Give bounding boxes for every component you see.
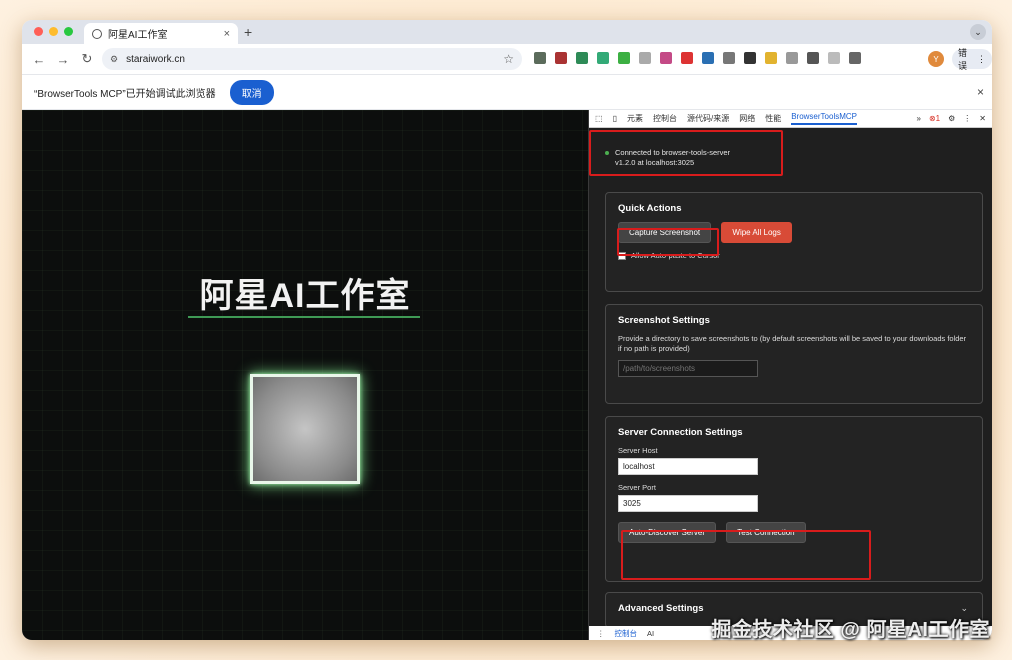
section-description: Provide a directory to save screenshots … [618, 334, 967, 353]
hero-underline [188, 316, 420, 318]
extension-icon[interactable] [597, 52, 609, 64]
window-controls [34, 27, 73, 36]
screenshot-path-input[interactable] [618, 360, 758, 377]
puzzle-icon[interactable] [828, 52, 840, 64]
tab-title: 阿星AI工作室 [108, 30, 168, 41]
tab-browsertools-mcp[interactable]: BrowserToolsMCP [791, 112, 857, 125]
debug-infobar: “BrowserTools MCP”已开始调试此浏览器 取消 × [22, 74, 992, 110]
menu-dots-icon[interactable]: ⋮ [963, 114, 971, 123]
more-tabs-icon[interactable]: » [917, 114, 921, 123]
tab-sources[interactable]: 源代码/来源 [687, 113, 729, 124]
port-label: Server Port [618, 483, 656, 492]
extension-icon[interactable] [807, 52, 819, 64]
highlight-box [621, 530, 871, 580]
page-viewport: 阿星AI工作室 [22, 110, 588, 640]
url-text: staraiwork.cn [126, 53, 185, 65]
tab-performance[interactable]: 性能 [765, 113, 781, 124]
close-icon[interactable]: × [977, 85, 984, 99]
download-icon[interactable] [849, 52, 861, 64]
extension-icon[interactable] [618, 52, 630, 64]
extension-icon[interactable] [555, 52, 567, 64]
extension-icon[interactable] [681, 52, 693, 64]
extension-icon[interactable] [765, 52, 777, 64]
reload-icon[interactable]: ↻ [78, 51, 96, 67]
devtools-panel: ⬚ ▯ 元素 控制台 源代码/来源 网络 性能 BrowserToolsMCP … [588, 110, 992, 640]
bookmark-star-icon[interactable]: ☆ [503, 52, 514, 66]
tab-active[interactable]: 阿星AI工作室 × [84, 23, 238, 44]
tab-elements[interactable]: 元素 [627, 113, 643, 124]
hero-title: 阿星AI工作室 [199, 277, 411, 315]
tab-strip: 阿星AI工作室 × + ⌄ [22, 20, 992, 44]
extension-icon[interactable] [744, 52, 756, 64]
drawer-menu-icon[interactable]: ⋮ [597, 629, 605, 638]
extension-icon[interactable] [576, 52, 588, 64]
highlight-box [589, 130, 783, 176]
minimize-window-button[interactable] [49, 27, 58, 36]
extension-icon[interactable] [723, 52, 735, 64]
extension-icon[interactable] [786, 52, 798, 64]
server-port-input[interactable] [618, 495, 758, 512]
section-title: Screenshot Settings [618, 315, 710, 326]
error-count-badge[interactable]: ⊗1 [929, 114, 940, 123]
host-label: Server Host [618, 446, 658, 455]
forward-icon[interactable]: → [54, 52, 72, 67]
devtools-tabbar: ⬚ ▯ 元素 控制台 源代码/来源 网络 性能 BrowserToolsMCP … [589, 110, 992, 128]
drawer-tab-ai[interactable]: AI [647, 629, 654, 638]
globe-icon [92, 28, 102, 39]
watermark: 掘金技术社区 @ 阿星AI工作室 [711, 619, 990, 641]
device-toggle-icon[interactable]: ▯ [613, 114, 617, 123]
address-bar[interactable]: ⚙ staraiwork.cn ☆ [102, 48, 522, 70]
back-icon[interactable]: ← [30, 52, 48, 67]
tab-network[interactable]: 网络 [739, 113, 755, 124]
extensions-row [534, 52, 861, 64]
gear-icon[interactable]: ⚙ [948, 114, 955, 123]
section-title: Server Connection Settings [618, 427, 743, 438]
extension-icon[interactable] [702, 52, 714, 64]
cancel-button[interactable]: 取消 [229, 79, 274, 105]
section-title: Quick Actions [618, 203, 682, 214]
extension-icon[interactable] [660, 52, 672, 64]
avatar[interactable]: Y [928, 51, 944, 67]
tab-close-icon[interactable]: × [224, 28, 230, 40]
maximize-window-button[interactable] [64, 27, 73, 36]
infobar-message: “BrowserTools MCP”已开始调试此浏览器 [34, 88, 216, 100]
server-host-input[interactable] [618, 458, 758, 475]
chevron-down-icon[interactable]: ⌄ [970, 24, 986, 40]
highlight-box [617, 228, 719, 256]
drawer-tab-console[interactable]: 控制台 [615, 628, 638, 639]
menu-dots-icon: ⋮ [977, 53, 986, 64]
new-tab-button[interactable]: + [244, 24, 252, 40]
extension-icon[interactable] [534, 52, 546, 64]
inspect-icon[interactable]: ⬚ [595, 114, 603, 123]
extension-icon[interactable] [639, 52, 651, 64]
browser-window: 阿星AI工作室 × + ⌄ ← → ↻ ⚙ staraiwork.cn ☆ Y … [22, 20, 992, 640]
close-window-button[interactable] [34, 27, 43, 36]
wipe-logs-button[interactable]: Wipe All Logs [721, 222, 792, 243]
qr-code-image [250, 374, 360, 484]
tab-console[interactable]: 控制台 [653, 113, 677, 124]
close-icon[interactable]: ✕ [979, 114, 986, 123]
screenshot-settings-section: Screenshot Settings Provide a directory … [605, 304, 983, 404]
site-settings-icon[interactable]: ⚙ [110, 54, 118, 65]
browser-toolbar: ← → ↻ ⚙ staraiwork.cn ☆ Y 错误 ⋮ [22, 44, 992, 74]
error-button[interactable]: 错误 ⋮ [952, 48, 992, 71]
